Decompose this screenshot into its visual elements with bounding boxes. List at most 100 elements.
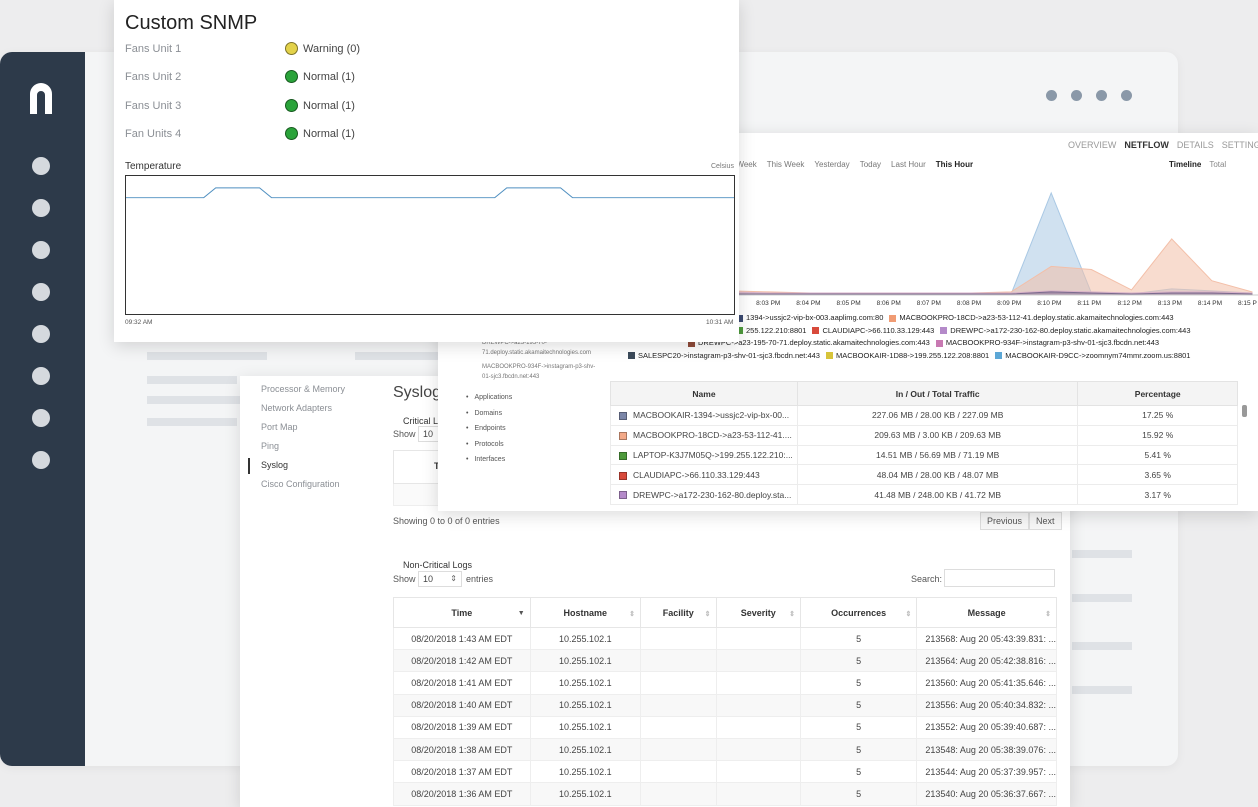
placeholder-line xyxy=(147,352,267,360)
cell-time: 08/20/2018 1:38 AM EDT xyxy=(393,737,531,762)
cell-host: 10.255.102.1 xyxy=(529,737,642,762)
range-yesterday[interactable]: Yesterday xyxy=(814,160,849,169)
tab-details[interactable]: DETAILS xyxy=(1177,140,1214,150)
sidebar-item-syslog[interactable]: Syslog xyxy=(261,460,288,470)
fan-status-text: Normal (1) xyxy=(303,127,355,140)
table-row[interactable]: LAPTOP-K3J7M05Q->199.255.122.210:... 14.5… xyxy=(610,444,1238,466)
legend-item[interactable]: 255.122.210:8801 xyxy=(736,326,806,335)
cell-occ: 5 xyxy=(799,737,918,762)
table-row[interactable]: CLAUDIAPC->66.110.33.129:443 48.04 MB / 2… xyxy=(610,464,1238,486)
sidebar-item-ping[interactable]: Ping xyxy=(261,441,279,451)
column-occurrences[interactable]: Occurrences ⇕ xyxy=(799,597,918,628)
legend-item[interactable]: MACBOOKPRO-934F->instagram-p3-shv-01-sjc… xyxy=(935,338,1159,347)
range-last-hour[interactable]: Last Hour xyxy=(891,160,926,169)
tab-overview[interactable]: OVERVIEW xyxy=(1068,140,1116,150)
nav-dot-7[interactable] xyxy=(32,409,50,427)
tree-leaf[interactable]: 71.deploy.static.akamaitechnologies.com xyxy=(466,348,595,358)
nav-dot-8[interactable] xyxy=(32,451,50,469)
sidebar-item-network-adapters[interactable]: Network Adapters xyxy=(261,403,332,413)
logo-icon[interactable] xyxy=(27,80,55,116)
tree-item-applications[interactable]: Applications xyxy=(466,390,595,406)
tree-leaf[interactable]: MACBOOKPRO-934F->instagram-p3-shv- xyxy=(466,362,595,372)
legend-item[interactable]: MACBOOKAIR-1D88->199.255.122.208:8801 xyxy=(825,351,989,360)
legend-swatch xyxy=(940,327,948,335)
table-row[interactable]: MACBOOKPRO-18CD->a23-53-112-41.... 209.63… xyxy=(610,424,1238,446)
tree-item-domains[interactable]: Domains xyxy=(466,406,595,422)
legend-item[interactable]: 1394->ussjc2-vip-bx-003.aaplimg.com:80 xyxy=(736,313,883,322)
nav-dot-6[interactable] xyxy=(32,367,50,385)
range-this-week[interactable]: This Week xyxy=(767,160,805,169)
cell-traffic: 14.51 MB / 56.69 MB / 71.19 MB xyxy=(796,444,1079,466)
table-row[interactable]: 08/20/2018 1:40 AM EDT 10.255.102.1 5 21355… xyxy=(393,693,1057,717)
table-row[interactable]: 08/20/2018 1:43 AM EDT 10.255.102.1 5 21356… xyxy=(393,626,1057,651)
table-row[interactable]: MACBOOKAIR-1394->ussjc2-vip-bx-00... 227.… xyxy=(610,405,1238,426)
legend-item[interactable]: SALESPC20->instagram-p3-shv-01-sjc3.fbcd… xyxy=(628,351,820,360)
column-hostname[interactable]: Hostname ⇕ xyxy=(529,597,642,628)
sort-icon: ⇕ xyxy=(1045,611,1051,618)
previous-button[interactable]: Previous xyxy=(980,512,1030,530)
view-total[interactable]: Total xyxy=(1209,160,1226,169)
column-name[interactable]: Name xyxy=(610,381,798,406)
cell-severity xyxy=(715,649,801,673)
legend-item[interactable]: DREWPC->a172-230-162-80.deploy.static.ak… xyxy=(940,326,1191,335)
nav-dot-2[interactable] xyxy=(32,199,50,217)
cell-pct: 3.17 % xyxy=(1077,484,1238,505)
table-row[interactable]: DREWPC->a172-230-162-80.deploy.sta... 41.… xyxy=(610,484,1238,505)
column-severity[interactable]: Severity ⇕ xyxy=(715,597,801,628)
flow-name: MACBOOKAIR-1394->ussjc2-vip-bx-00... xyxy=(633,410,790,421)
tab-netflow[interactable]: NETFLOW xyxy=(1124,140,1169,150)
column-traffic[interactable]: In / Out / Total Traffic xyxy=(796,381,1079,406)
table-row[interactable]: 08/20/2018 1:42 AM EDT 10.255.102.1 5 21356… xyxy=(393,649,1057,673)
status-indicator-icon xyxy=(285,127,298,140)
range-today[interactable]: Today xyxy=(860,160,881,169)
next-button[interactable]: Next xyxy=(1029,512,1062,530)
legend-swatch xyxy=(995,352,1003,360)
tree-item-endpoints[interactable]: Endpoints xyxy=(466,421,595,437)
view-timeline[interactable]: Timeline xyxy=(1169,160,1201,169)
series-color-swatch xyxy=(619,412,627,421)
cell-msg: 213540: Aug 20 05:36:37.667: ... xyxy=(916,782,1057,806)
range-this-hour[interactable]: This Hour xyxy=(936,160,973,169)
table-row[interactable]: 08/20/2018 1:41 AM EDT 10.255.102.1 5 21356… xyxy=(393,671,1057,695)
x-tick-label: 8:05 PM xyxy=(836,300,860,307)
legend-item[interactable]: MACBOOKPRO-18CD->a23-53-112-41.deploy.st… xyxy=(889,313,1174,322)
cell-msg: 213560: Aug 20 05:41:35.646: ... xyxy=(916,671,1057,695)
nav-dot-5[interactable] xyxy=(32,325,50,343)
legend-item[interactable]: CLAUDIAPC->66.110.33.129:443 xyxy=(812,326,934,335)
column-time[interactable]: Time ▼ xyxy=(393,597,531,628)
more-dots-icon[interactable] xyxy=(1046,90,1132,101)
placeholder-line xyxy=(1072,594,1132,602)
sidebar-item-cisco-configuration[interactable]: Cisco Configuration xyxy=(261,479,340,489)
nav-dot-4[interactable] xyxy=(32,283,50,301)
temperature-line xyxy=(126,187,734,199)
cell-msg: 213556: Aug 20 05:40:34.832: ... xyxy=(916,693,1057,717)
cell-time: 08/20/2018 1:40 AM EDT xyxy=(393,693,531,717)
legend-item[interactable]: MACBOOKAIR-D9CC->zoomnym74mmr.zoom.us:88… xyxy=(995,351,1190,360)
table-row[interactable]: 08/20/2018 1:38 AM EDT 10.255.102.1 5 21354… xyxy=(393,737,1057,762)
table-row[interactable]: 08/20/2018 1:37 AM EDT 10.255.102.1 5 21354… xyxy=(393,760,1057,784)
table-row[interactable]: 08/20/2018 1:36 AM EDT 10.255.102.1 5 21354… xyxy=(393,782,1057,806)
critical-table-header[interactable]: T xyxy=(393,450,443,484)
search-input[interactable] xyxy=(944,569,1055,587)
cell-severity xyxy=(715,737,801,762)
column-percentage[interactable]: Percentage xyxy=(1077,381,1238,406)
nav-dot-3[interactable] xyxy=(32,241,50,259)
sidebar-item-processor[interactable]: Processor & Memory xyxy=(261,384,345,394)
table-row[interactable]: 08/20/2018 1:39 AM EDT 10.255.102.1 5 21355… xyxy=(393,715,1057,739)
nav-dot-1[interactable] xyxy=(32,157,50,175)
table-scrollbar[interactable] xyxy=(1242,405,1247,417)
critical-page-size-select[interactable]: 10 xyxy=(418,426,440,442)
placeholder-line xyxy=(1072,642,1132,650)
sidebar-item-port-map[interactable]: Port Map xyxy=(261,422,298,432)
cell-facility xyxy=(640,737,717,762)
nav-rail xyxy=(0,52,85,766)
tree-item-protocols[interactable]: Protocols xyxy=(466,437,595,453)
tree-leaf[interactable]: 01-sjc3.fbcdn.net:443 xyxy=(466,372,595,382)
tree-item-interfaces[interactable]: Interfaces xyxy=(466,452,595,468)
fan-unit-status: Warning (0) xyxy=(285,42,360,55)
page-size-select[interactable]: 10 ⇕ xyxy=(418,571,462,587)
column-facility[interactable]: Facility ⇕ xyxy=(640,597,717,628)
tab-settings[interactable]: SETTINGS xyxy=(1222,140,1258,150)
column-message[interactable]: Message ⇕ xyxy=(916,597,1057,628)
fan-unit-label: Fan Units 4 xyxy=(125,128,182,140)
